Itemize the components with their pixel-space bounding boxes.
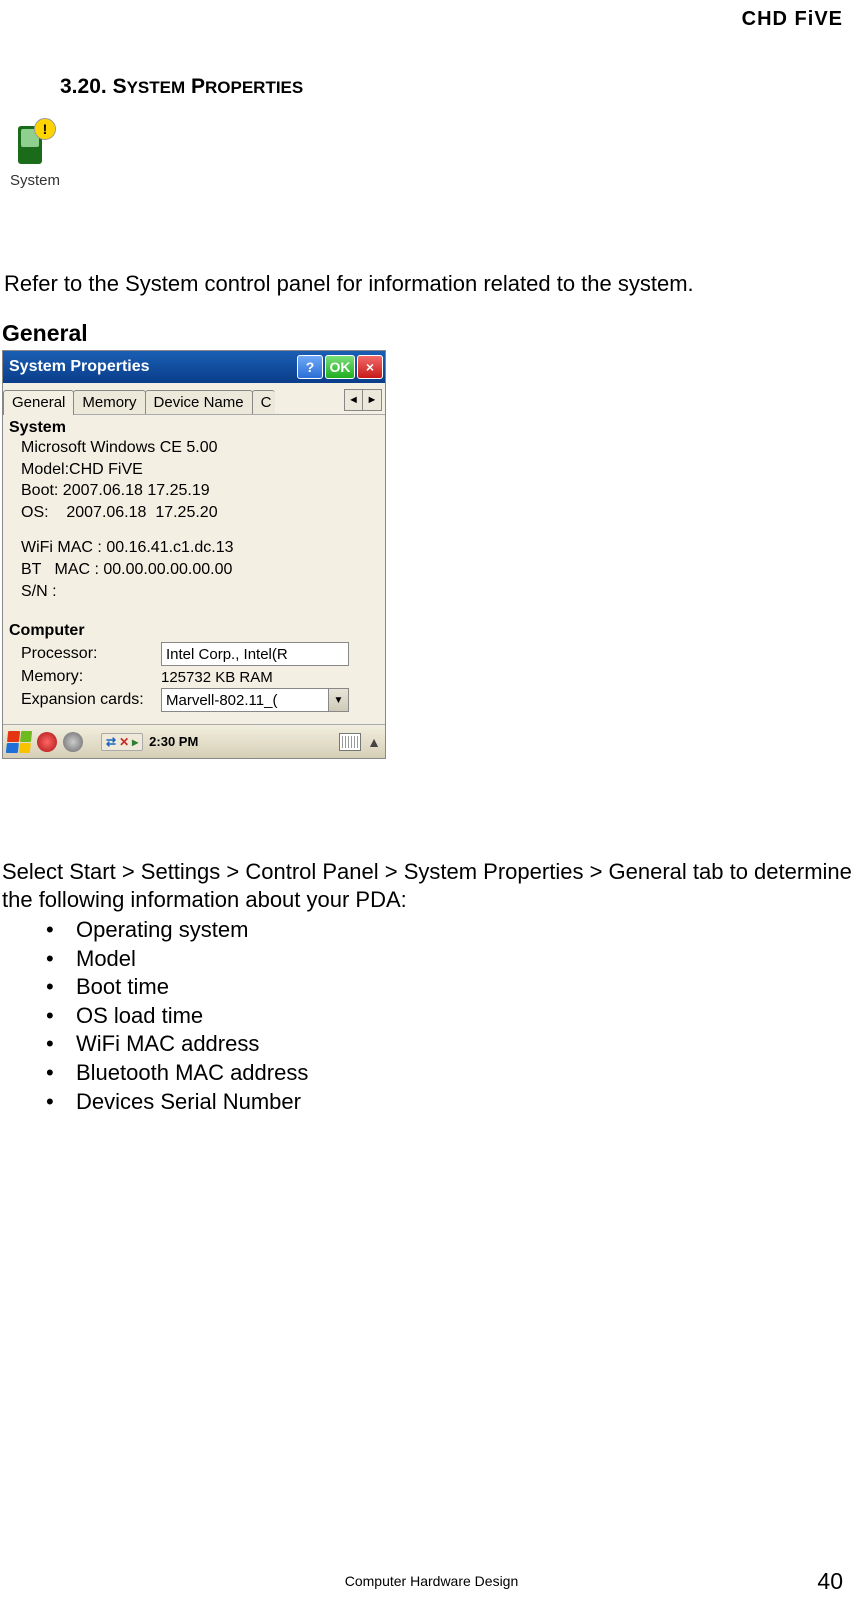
tab-general[interactable]: General (3, 390, 74, 415)
tab-device-name[interactable]: Device Name (145, 390, 253, 414)
bt-mac-line: BT MAC : 00.00.00.00.00.00 (9, 559, 379, 581)
tab-strip: General Memory Device Name C ◄ ► (3, 383, 385, 415)
computer-group-label: Computer (9, 622, 379, 640)
taskbar-clock[interactable]: 2:30 PM (149, 734, 198, 749)
list-item: Devices Serial Number (46, 1088, 308, 1117)
tab-partial[interactable]: C (252, 390, 276, 414)
tab-memory[interactable]: Memory (73, 390, 145, 414)
ok-button[interactable]: OK (325, 355, 355, 379)
section-heading: 3.20. SYSTEM PROPERTIES (60, 75, 303, 99)
play-icon: ▸ (132, 735, 138, 749)
list-item: Boot time (46, 973, 308, 1002)
processor-field[interactable]: Intel Corp., Intel(R (161, 642, 349, 666)
network-icon: ⇄ (106, 735, 116, 749)
boot-line: Boot: 2007.06.18 17.25.19 (9, 480, 379, 502)
bullet-list: Operating system Model Boot time OS load… (46, 916, 308, 1116)
window-titlebar: System Properties ? OK × (3, 351, 385, 383)
system-properties-window: System Properties ? OK × General Memory … (2, 350, 386, 759)
list-item: Bluetooth MAC address (46, 1059, 308, 1088)
help-button[interactable]: ? (297, 355, 323, 379)
memory-value: 125732 KB RAM (161, 669, 349, 686)
list-item: Model (46, 945, 308, 974)
body-paragraph: Select Start > Settings > Control Panel … (2, 858, 852, 913)
keyboard-icon[interactable] (339, 733, 361, 751)
model-line: Model:CHD FiVE (9, 459, 379, 481)
start-button[interactable] (6, 731, 32, 753)
tab-scroll-right[interactable]: ► (363, 390, 381, 410)
page-number: 40 (817, 1568, 843, 1595)
list-item: WiFi MAC address (46, 1030, 308, 1059)
system-icon-block: ! System (10, 120, 60, 189)
general-heading: General (2, 320, 88, 347)
processor-label: Processor: (21, 645, 161, 663)
footer-center-text: Computer Hardware Design (345, 1573, 519, 1589)
system-icon-label: System (10, 172, 60, 189)
serial-line: S/N : (9, 581, 379, 603)
connection-group[interactable]: ⇄ ✕ ▸ (101, 733, 143, 751)
page-footer: Computer Hardware Design (0, 1573, 863, 1589)
taskbar: ⇄ ✕ ▸ 2:30 PM ▲ (3, 724, 385, 758)
wifi-mac-line: WiFi MAC : 00.16.41.c1.dc.13 (9, 537, 379, 559)
tray-icon[interactable] (37, 732, 57, 752)
general-panel: System Microsoft Windows CE 5.00 Model:C… (3, 415, 385, 724)
expansion-select-text: Marvell-802.11_( (162, 692, 328, 709)
os-line: Microsoft Windows CE 5.00 (9, 437, 379, 459)
tab-scroll-arrows: ◄ ► (344, 389, 382, 411)
system-device-icon: ! (10, 120, 60, 170)
osload-line: OS: 2007.06.18 17.25.20 (9, 502, 379, 524)
intro-text: Refer to the System control panel for in… (4, 271, 694, 297)
list-item: Operating system (46, 916, 308, 945)
tray-icon[interactable] (63, 732, 83, 752)
system-group-label: System (9, 419, 379, 437)
tab-scroll-left[interactable]: ◄ (345, 390, 363, 410)
chevron-up-icon[interactable]: ▲ (367, 734, 381, 750)
memory-label: Memory: (21, 668, 161, 686)
alert-badge-icon: ! (34, 118, 56, 140)
close-button[interactable]: × (357, 355, 383, 379)
window-title: System Properties (9, 358, 295, 376)
brand-text: CHD FiVE (742, 8, 843, 31)
list-item: OS load time (46, 1002, 308, 1031)
expansion-label: Expansion cards: (21, 691, 161, 709)
x-icon: ✕ (119, 735, 129, 749)
chevron-down-icon[interactable]: ▼ (328, 689, 348, 711)
expansion-select[interactable]: Marvell-802.11_( ▼ (161, 688, 349, 712)
